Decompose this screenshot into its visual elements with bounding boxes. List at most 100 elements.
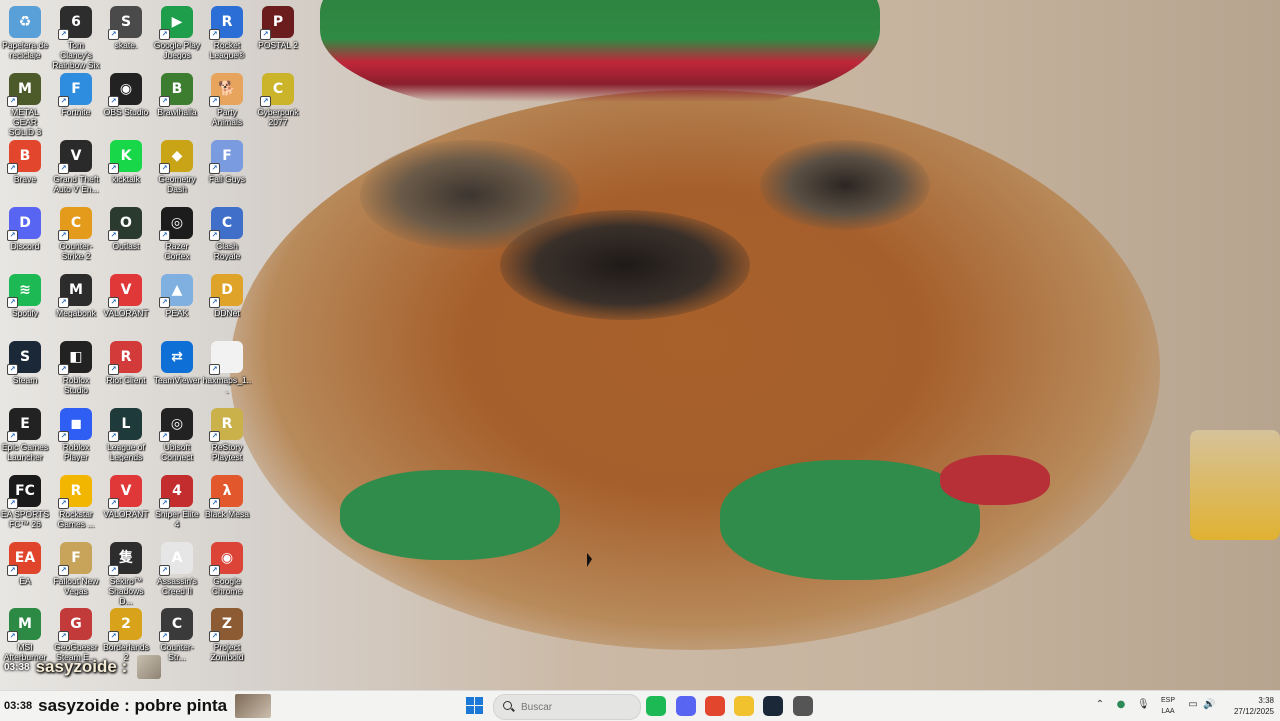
desktop-shortcut-label: Clash Royale [213,241,241,261]
search-input[interactable] [519,700,633,714]
desktop-shortcut[interactable]: 隻 ↗ Sekiro™ Shadows D... [101,539,151,606]
desktop-shortcut[interactable]: D ↗ DDNet [202,271,252,335]
fall-guys-icon: F ↗ [209,140,243,174]
shortcut-arrow-icon: ↗ [260,29,271,40]
desktop-shortcut[interactable]: B ↗ Brawlhalla [152,70,202,134]
desktop-shortcut[interactable]: 6↗Tom Clancy's Rainbow Six Siege X [51,3,101,70]
desktop-shortcut[interactable]: FC ↗ EA SPORTS FC™ 26 [0,472,50,536]
desktop-shortcut[interactable]: D ↗ Discord [0,204,50,268]
desktop-shortcut[interactable]: ◧ ↗ Roblox Studio [51,338,101,402]
desktop-shortcut[interactable]: C ↗ Cyberpunk 2077 [253,70,303,134]
ea-icon: EA ↗ [7,542,41,576]
desktop-shortcut[interactable]: F ↗ Fortnite [51,70,101,134]
shortcut-arrow-icon: ↗ [209,96,220,107]
desktop-shortcut[interactable]: ♻ Papelera de reciclaje [0,3,50,67]
desktop-shortcut-label: Epic Games Launcher [1,442,49,462]
league-of-legends-icon: L ↗ [108,408,142,442]
desktop-shortcut[interactable]: S ↗ skate. [101,3,151,67]
epic-games-icon: E ↗ [7,408,41,442]
desktop-icon-grid: ♻ Papelera de reciclaje 6 ↗ Tom Clancy's Rai… [0,0,299,672]
desktop-shortcut-label: League of Legends [107,442,145,462]
file-explorer-taskbar-icon[interactable] [734,696,754,716]
steam-taskbar-icon[interactable] [763,696,783,716]
desktop-shortcut-label: Grand Theft Auto V En... [53,174,99,194]
chat-overlay-time: 03:38 [4,661,30,673]
desktop-shortcut-label: Brave [13,174,37,184]
desktop-shortcut[interactable]: ↗ haxmaps_1... [202,338,252,402]
desktop-shortcut[interactable]: S ↗ Steam [0,338,50,402]
start-button[interactable] [466,697,484,715]
shortcut-arrow-icon: ↗ [209,297,220,308]
party-animals-icon: 🐕 ↗ [209,73,243,107]
shortcut-arrow-icon: ↗ [159,498,170,509]
shortcut-arrow-icon: ↗ [7,364,18,375]
shortcut-arrow-icon: ↗ [209,29,220,40]
black-mesa-icon: λ ↗ [209,475,243,509]
desktop-shortcut[interactable]: λ ↗ Black Mesa [202,472,252,536]
desktop-shortcut[interactable]: ⇄ TeamViewer [152,338,202,402]
desktop-shortcut-label: Google Chrome [211,576,243,596]
volume-icon[interactable]: 🔊 [1203,699,1215,711]
desktop-shortcut[interactable]: R ↗ Riot Client [101,338,151,402]
desktop-shortcut[interactable]: P ↗ POSTAL 2 [253,3,303,67]
desktop-shortcut[interactable]: L ↗ League of Legends [101,405,151,469]
desktop-shortcut[interactable]: ≋ ↗ Spotify [0,271,50,335]
desktop-shortcut[interactable]: E ↗ Epic Games Launcher [0,405,50,469]
clock[interactable]: 3:38 27/12/2025 [1220,695,1274,717]
chat-overlay-username: sasyzoide : [35,657,128,676]
desktop-shortcut[interactable]: 🐕 ↗ Party Animals [202,70,252,134]
microphone-icon[interactable]: 🎙 [1137,699,1150,711]
desktop-shortcut[interactable]: V ↗ VALORANT [101,472,151,536]
desktop-shortcut[interactable]: A ↗ Assassin's Creed II [152,539,202,603]
desktop-shortcut-label: haxmaps_1... [202,375,252,395]
desktop-shortcut[interactable]: ◉ ↗ Google Chrome [202,539,252,603]
desktop-shortcut[interactable]: F ↗ Fall Guys [202,137,252,201]
desktop-shortcut[interactable]: V ↗ Grand Theft Auto V En... [51,137,101,201]
desktop-shortcut[interactable]: M ↗ Megabonk [51,271,101,335]
desktop-shortcut[interactable]: K ↗ kicktalk [101,137,151,201]
clash-royale-icon: C ↗ [209,207,243,241]
discord-taskbar-icon[interactable] [676,696,696,716]
project-zomboid-icon: Z ↗ [209,608,243,642]
desktop-shortcut[interactable]: ◎ ↗ Razer Cortex [152,204,202,268]
shortcut-arrow-icon: ↗ [7,230,18,241]
desktop-shortcut[interactable]: ▲ ↗ PEAK [152,271,202,335]
desktop-shortcut[interactable]: ◼ ↗ Roblox Player [51,405,101,469]
desktop-shortcut[interactable]: EA ↗ EA [0,539,50,603]
desktop-shortcut[interactable]: F ↗ Fallout New Vegas [51,539,101,603]
desktop-shortcut-label: VALORANT [103,509,149,519]
ubisoft-connect-icon: ◎ ↗ [159,408,193,442]
desktop-shortcut[interactable]: R ↗ Rockstar Games ... [51,472,101,536]
desktop-shortcut-label: POSTAL 2 [258,40,298,50]
desktop-shortcut[interactable]: M↗METAL GEAR SOLID 3 Sn... [0,70,50,137]
desktop-shortcut[interactable]: 4 ↗ Sniper Elite 4 [152,472,202,536]
desktop-shortcut[interactable]: ◆ ↗ Geometry Dash [152,137,202,201]
desktop-shortcut[interactable]: V ↗ VALORANT [101,271,151,335]
google-chrome-icon: ◉ ↗ [209,542,243,576]
language-indicator[interactable]: ESP LAA [1157,695,1179,717]
app-taskbar-icon[interactable] [793,696,813,716]
spotify-taskbar-icon[interactable] [646,696,666,716]
desktop-shortcut[interactable]: B ↗ Brave [0,137,50,201]
desktop-shortcut-label: Geometry Dash [158,174,196,194]
desktop-shortcut[interactable]: O ↗ Outlast [101,204,151,268]
taskbar-search-box[interactable] [493,694,641,720]
msi-afterburner-icon: M ↗ [7,608,41,642]
brave-taskbar-icon[interactable] [705,696,725,716]
desktop-shortcut-label: VALORANT [103,308,149,318]
desktop-shortcut[interactable]: ◎ ↗ Ubisoft Connect [152,405,202,469]
clock-date: 27/12/2025 [1233,707,1274,716]
shortcut-arrow-icon: ↗ [58,230,69,241]
desktop-shortcut[interactable]: R ↗ ReStory Playtest [202,405,252,469]
network-icon[interactable]: ▭ [1187,699,1199,711]
desktop-shortcut[interactable]: R ↗ Rocket League® [202,3,252,67]
shortcut-arrow-icon: ↗ [159,565,170,576]
desktop-shortcut[interactable]: C ↗ Counter-Strike 2 [51,204,101,268]
chevron-up-icon[interactable]: ⌃ [1094,699,1106,711]
desktop-shortcut[interactable]: ▶ ↗ Google Play Juegos [152,3,202,67]
desktop-shortcut[interactable]: Z ↗ Project Zomboid [202,605,252,669]
desktop-shortcut[interactable]: C ↗ Clash Royale [202,204,252,268]
tray-app-icon[interactable]: ● [1115,699,1127,711]
shortcut-arrow-icon: ↗ [209,565,220,576]
desktop-shortcut[interactable]: ◉ ↗ OBS Studio [101,70,151,134]
